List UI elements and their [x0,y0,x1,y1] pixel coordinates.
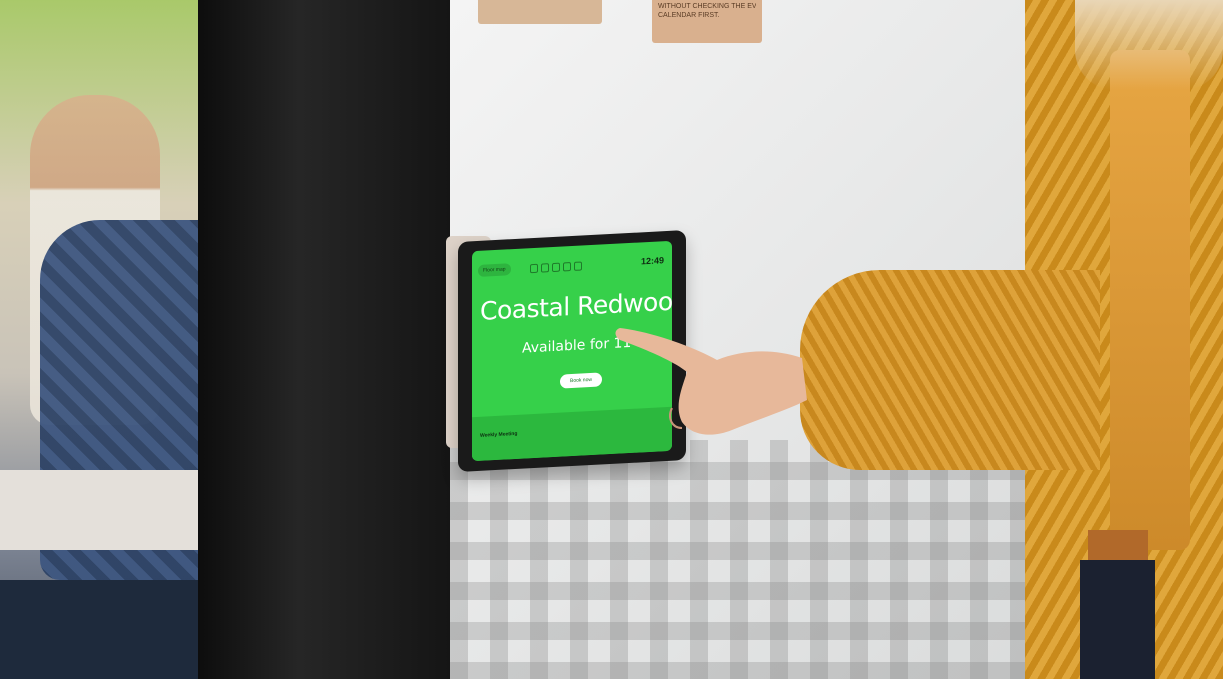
blonde-hair [1075,0,1223,90]
screen-top-bar: Floor map 12:49 [478,255,666,277]
background-table [0,470,205,550]
photo-scene: WITHOUT CHECKING THE EVENTS CALENDAR FIR… [0,0,1223,679]
clock: 12:49 [640,255,664,267]
amenity-badge [541,263,549,273]
wall-sign-left [478,0,602,24]
next-meeting-title-text: Weekly Meeting [480,430,518,439]
amenity-badge [574,261,582,271]
amenity-badge [552,262,560,273]
background-floor [0,580,205,679]
belt [1088,530,1148,560]
next-meeting-title: Weekly Meeting [480,431,517,439]
amenity-badge [530,263,538,274]
floor-map-button[interactable]: Floor map [478,263,511,277]
notice-line: CALENDAR FIRST. [658,12,720,19]
notice-line: WITHOUT CHECKING THE EVENTS [658,3,756,10]
frosted-pixel-pattern [450,440,1050,679]
amenity-badge [563,262,571,272]
amenity-list [530,261,582,274]
pointing-hand [615,328,807,435]
jeans [1080,560,1155,679]
book-now-button[interactable]: Book now [560,372,602,389]
orange-shirt [1110,50,1190,550]
coat-sleeve-arm [800,270,1100,470]
door-frame [198,0,450,679]
notice-sign: WITHOUT CHECKING THE EVENTS CALENDAR FIR… [652,0,762,43]
